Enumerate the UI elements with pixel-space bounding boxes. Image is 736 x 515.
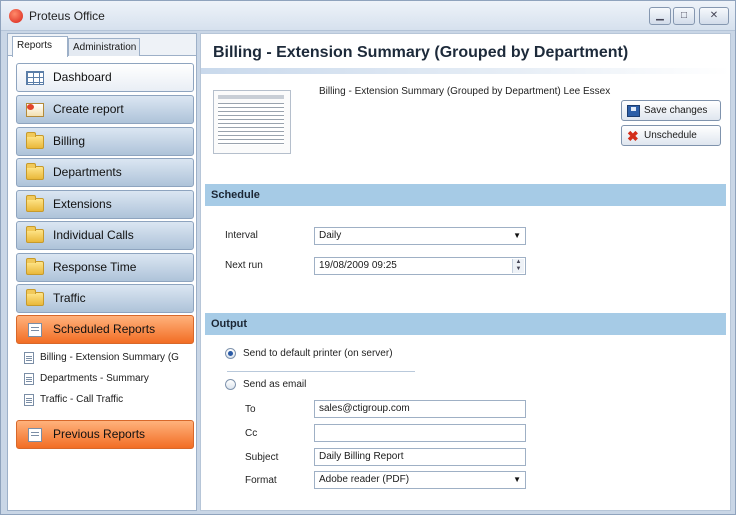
tab-administration[interactable]: Administration	[68, 38, 140, 56]
spin-updown-icon[interactable]: ▲ ▼	[512, 259, 524, 273]
interval-label: Interval	[225, 230, 258, 241]
nav-previous-reports-button[interactable]: Previous Reports	[16, 420, 194, 449]
nav-label: Departments	[53, 165, 122, 179]
minimize-button[interactable]: ▁	[649, 7, 671, 25]
grid-icon	[26, 71, 44, 85]
send-to-printer-radio[interactable]	[225, 348, 236, 359]
save-changes-label: Save changes	[644, 105, 708, 116]
folder-icon	[26, 132, 44, 149]
nav-traffic-button[interactable]: Traffic	[16, 284, 194, 313]
nav-label: Individual Calls	[53, 228, 134, 242]
report-document-icon	[24, 373, 34, 385]
nav-response-time-button[interactable]: Response Time	[16, 253, 194, 282]
nav-label: Previous Reports	[53, 427, 146, 441]
scheduled-report-label: Traffic - Call Traffic	[40, 394, 124, 405]
send-as-email-radio[interactable]	[225, 379, 236, 390]
thumbnail-table	[218, 103, 284, 145]
report-detail-panel: Billing - Extension Summary (Grouped by …	[200, 33, 731, 511]
red-x-icon: ✖	[627, 128, 639, 144]
email-to-value: sales@ctigroup.com	[319, 403, 410, 414]
window-title: Proteus Office	[29, 9, 105, 23]
output-section-header: Output	[205, 313, 726, 335]
nav-dashboard-button[interactable]: Dashboard	[16, 63, 194, 92]
document-icon	[28, 428, 42, 442]
nav-label: Scheduled Reports	[53, 322, 156, 336]
title-bar: Proteus Office ▁ □ ✕	[1, 1, 735, 31]
folder-icon	[26, 258, 44, 275]
report-document-icon	[24, 352, 34, 364]
nav-label: Extensions	[53, 197, 112, 211]
scheduled-report-item[interactable]: Billing - Extension Summary (G	[22, 350, 192, 366]
folder-icon	[26, 195, 44, 212]
nav-label: Billing	[53, 134, 86, 148]
next-run-label: Next run	[225, 260, 263, 271]
interval-value: Daily	[319, 230, 342, 241]
report-document-icon	[24, 394, 34, 406]
email-to-field[interactable]: sales@ctigroup.com	[314, 400, 526, 418]
floppy-disk-icon	[627, 105, 640, 117]
thumbnail-header	[218, 95, 284, 99]
format-label: Format	[245, 475, 277, 486]
scheduled-report-label: Billing - Extension Summary (G	[40, 352, 179, 363]
scheduled-report-item[interactable]: Departments - Summary	[22, 371, 192, 387]
page-title: Billing - Extension Summary (Grouped by …	[213, 44, 629, 61]
maximize-button[interactable]: □	[673, 7, 695, 25]
document-icon	[28, 323, 42, 337]
nav-individual-calls-button[interactable]: Individual Calls	[16, 221, 194, 250]
nav-label: Dashboard	[53, 70, 112, 84]
send-as-email-label[interactable]: Send as email	[243, 379, 306, 390]
next-run-datetime-picker[interactable]: 19/08/2009 09:25 ▲ ▼	[314, 257, 526, 275]
nav-extensions-button[interactable]: Extensions	[16, 190, 194, 219]
schedule-section-header: Schedule	[205, 184, 726, 206]
nav-label: Traffic	[53, 291, 86, 305]
folder-icon	[26, 226, 44, 243]
create-report-icon	[26, 103, 44, 117]
folder-icon	[26, 163, 44, 180]
subject-label: Subject	[245, 452, 279, 463]
to-label: To	[245, 404, 256, 415]
interval-select[interactable]: Daily	[314, 227, 526, 245]
title-underline	[201, 68, 730, 74]
nav-scheduled-reports-button[interactable]: Scheduled Reports	[16, 315, 194, 344]
tab-reports[interactable]: Reports	[12, 36, 68, 57]
email-subject-value: Daily Billing Report	[319, 451, 404, 462]
report-thumbnail	[213, 90, 291, 154]
nav-label: Create report	[53, 102, 124, 116]
cc-label: Cc	[245, 428, 258, 439]
close-button[interactable]: ✕	[699, 7, 729, 25]
next-run-value: 19/08/2009 09:25	[319, 260, 397, 271]
unschedule-button[interactable]: ✖ Unschedule	[621, 125, 721, 146]
nav-label: Response Time	[53, 260, 137, 274]
unschedule-label: Unschedule	[644, 130, 697, 141]
tab-strip: Reports Administration	[8, 34, 196, 57]
nav-create-report-button[interactable]: Create report	[16, 95, 194, 124]
send-to-printer-label[interactable]: Send to default printer (on server)	[243, 348, 393, 359]
report-caption: Billing - Extension Summary (Grouped by …	[319, 86, 611, 97]
save-changes-button[interactable]: Save changes	[621, 100, 721, 121]
scheduled-report-label: Departments - Summary	[40, 373, 149, 384]
folder-icon	[26, 289, 44, 306]
scheduled-report-item[interactable]: Traffic - Call Traffic	[22, 392, 192, 408]
option-divider	[227, 371, 415, 372]
app-window: Proteus Office ▁ □ ✕ Reports Administrat…	[0, 0, 736, 515]
proteus-logo-icon	[9, 9, 23, 23]
format-select[interactable]: Adobe reader (PDF)	[314, 471, 526, 489]
format-value: Adobe reader (PDF)	[319, 474, 410, 485]
email-subject-field[interactable]: Daily Billing Report	[314, 448, 526, 466]
left-navigation-panel: Reports Administration Dashboard Create …	[7, 33, 197, 511]
nav-billing-button[interactable]: Billing	[16, 127, 194, 156]
nav-departments-button[interactable]: Departments	[16, 158, 194, 187]
email-cc-field[interactable]	[314, 424, 526, 442]
